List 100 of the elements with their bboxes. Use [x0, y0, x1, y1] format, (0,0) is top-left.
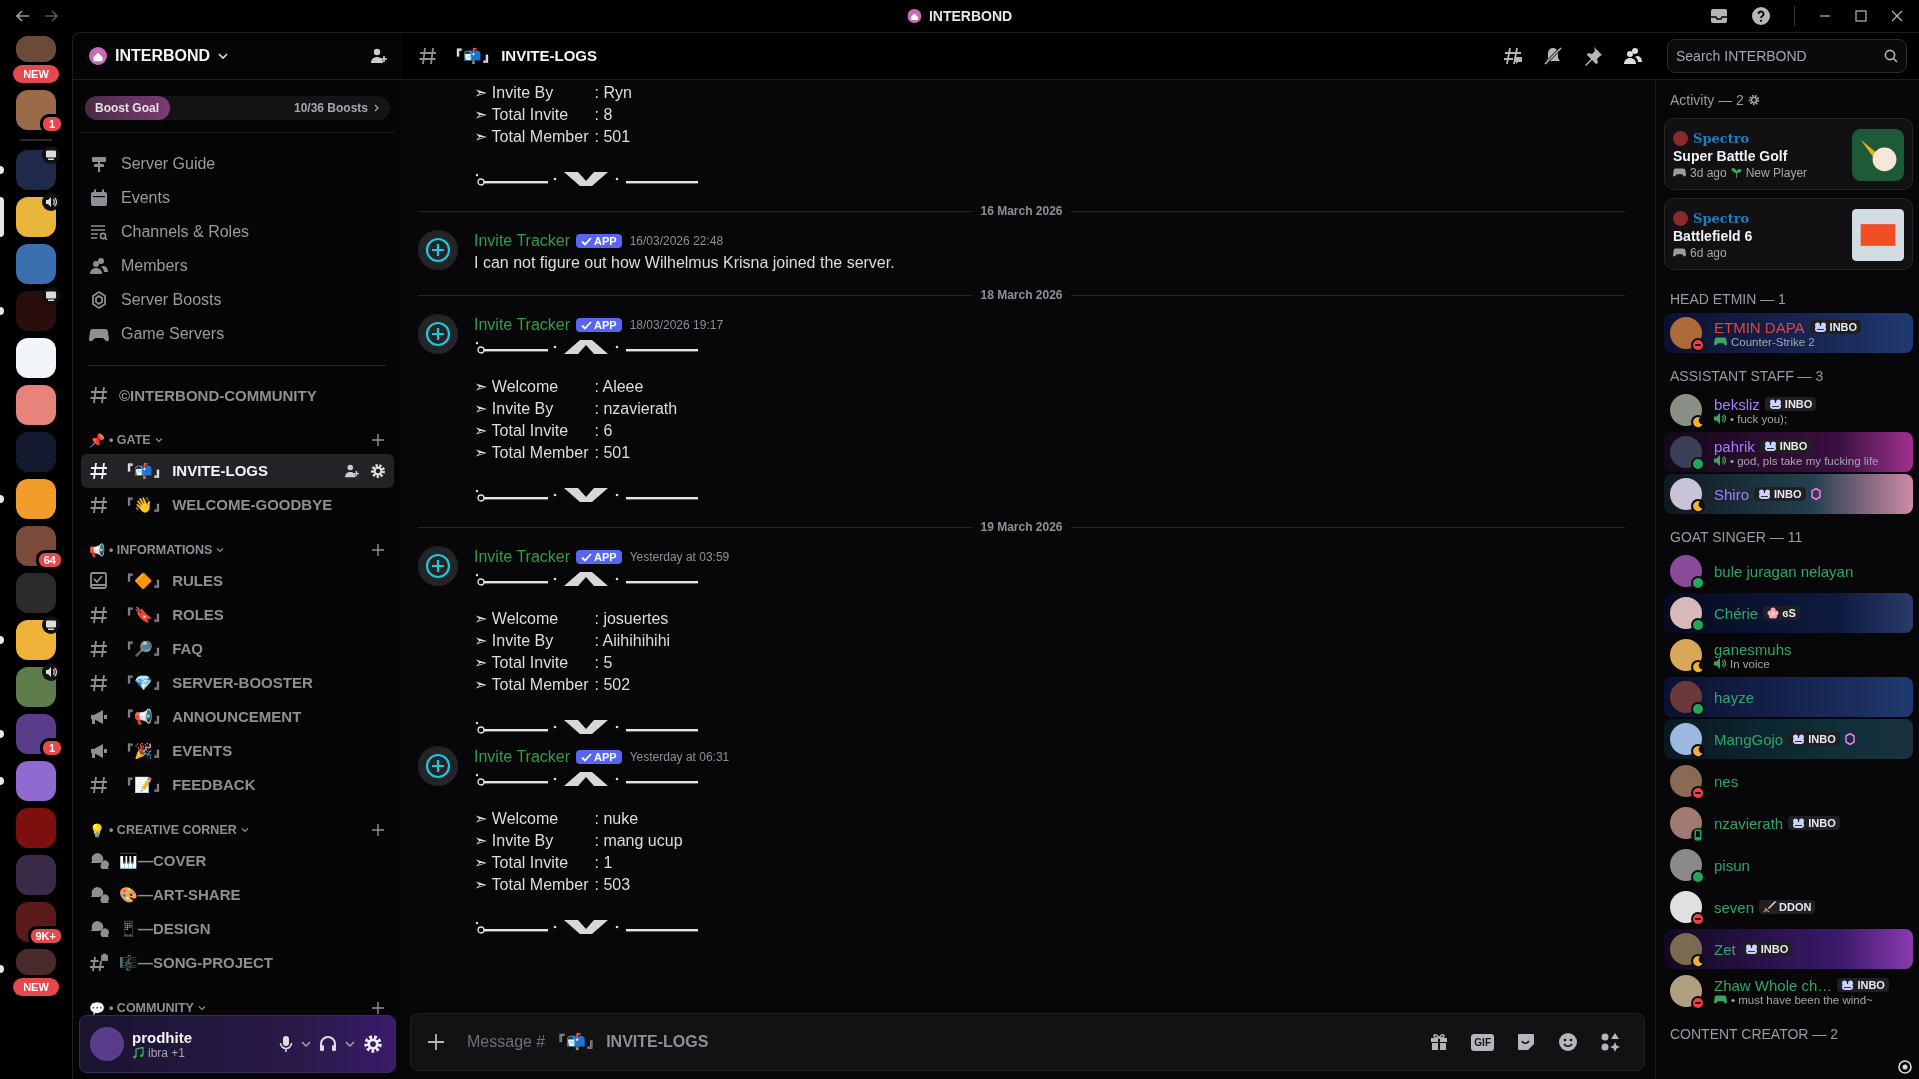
activity-card[interactable]: Spectro Battlefield 6 6d ago	[1664, 198, 1913, 270]
headphones-icon[interactable]	[319, 1035, 337, 1053]
user-status-text: ibra +1	[148, 1045, 186, 1060]
bot-avatar-icon[interactable]	[418, 746, 458, 786]
member-item[interactable]: ganesmuhs In voice	[1664, 635, 1913, 675]
member-activity: Counter-Strike 2	[1731, 335, 1815, 348]
author-name[interactable]: Invite Tracker	[474, 232, 571, 250]
boost-goal-bar[interactable]: Boost Goal 10/36 Boosts	[85, 96, 390, 120]
sidebar-item[interactable]: Members	[81, 249, 394, 283]
message-input[interactable]: Message # 『📬』 INVITE-LOGS	[467, 1031, 1408, 1053]
member-item[interactable]: hayze	[1664, 677, 1913, 717]
channel-item[interactable]: 🎹—COVER	[81, 844, 394, 878]
server-icon[interactable]	[16, 479, 56, 519]
sidebar-item[interactable]: Game Servers	[81, 317, 394, 351]
channel-item[interactable]: 📱—DESIGN	[81, 912, 394, 946]
member-item[interactable]: beksliz INBO • fuck you);	[1664, 390, 1913, 430]
channel-item[interactable]: 『🔎』 FAQ	[81, 632, 394, 666]
member-item[interactable]: Chérie ɞS	[1664, 593, 1913, 633]
channel-item[interactable]: ©INTERBOND-COMMUNITY	[81, 378, 394, 412]
member-item[interactable]: nes	[1664, 761, 1913, 801]
microphone-icon[interactable]	[279, 1035, 293, 1053]
server-name-dropdown[interactable]: INTERBOND	[115, 47, 211, 65]
member-item[interactable]: MangGojo INBO	[1664, 719, 1913, 759]
member-item[interactable]: nzavierath INBO	[1664, 803, 1913, 843]
channel-item[interactable]: 『👋』 WELCOME-GOODBYE	[81, 488, 394, 522]
bot-avatar-icon[interactable]	[418, 230, 458, 270]
channel-item[interactable]: 『📬』 INVITE-LOGS	[81, 454, 394, 488]
member-item[interactable]: pahrik INBO • god, pls take my fucking life	[1664, 432, 1913, 472]
add-channel-icon[interactable]	[372, 824, 384, 836]
channel-item[interactable]: 🎨—ART-SHARE	[81, 878, 394, 912]
add-channel-icon[interactable]	[372, 544, 384, 556]
invite-people-icon[interactable]	[370, 48, 388, 64]
member-name: Chérie	[1714, 604, 1759, 622]
gift-icon[interactable]	[1429, 1032, 1450, 1052]
hashtag-icon	[89, 775, 109, 795]
chevron-down-icon[interactable]	[301, 1040, 311, 1048]
author-name[interactable]: Invite Tracker	[474, 316, 571, 334]
settings-icon[interactable]	[1747, 94, 1760, 106]
add-channel-icon[interactable]	[372, 434, 384, 446]
pin-icon[interactable]	[1583, 46, 1603, 66]
mobile-status-icon	[1691, 828, 1705, 842]
bot-avatar-icon[interactable]	[418, 546, 458, 586]
channel-item[interactable]: 『📢』 ANNOUNCEMENT	[81, 700, 394, 734]
server-icon[interactable]	[16, 90, 56, 130]
author-name[interactable]: Invite Tracker	[474, 748, 571, 766]
date-divider: 18 March 2026	[980, 288, 1063, 302]
author-name[interactable]: Invite Tracker	[474, 548, 571, 566]
target-icon[interactable]	[1897, 1059, 1913, 1075]
member-item[interactable]: ETMIN DAPA INBO Counter-Strike 2	[1664, 313, 1913, 353]
member-item[interactable]: pisun	[1664, 845, 1913, 885]
member-list-icon[interactable]	[1623, 46, 1643, 66]
back-arrow-icon[interactable]	[16, 10, 30, 22]
member-item[interactable]: seven DDON	[1664, 887, 1913, 927]
channel-item[interactable]: 『🔖』 ROLES	[81, 598, 394, 632]
gif-button[interactable]: GIF	[1471, 1033, 1494, 1051]
member-item[interactable]: bule juragan nelayan	[1664, 551, 1913, 591]
help-icon[interactable]	[1752, 7, 1770, 25]
sidebar-item[interactable]: Channels & Roles	[81, 215, 394, 249]
category-header[interactable]: • CREATIVE CORNER	[109, 823, 237, 837]
muted-bell-icon[interactable]	[1543, 46, 1563, 66]
sticker-icon[interactable]	[1516, 1032, 1536, 1052]
member-item[interactable]: Shiro INBO	[1664, 474, 1913, 514]
boost-goal-label: Boost Goal	[95, 101, 159, 115]
achievement-label: New Player	[1745, 165, 1808, 180]
threads-icon[interactable]	[1503, 46, 1523, 66]
inbox-icon[interactable]	[1710, 8, 1728, 24]
search-field[interactable]: Search INTERBOND	[1667, 39, 1907, 73]
channel-item[interactable]: 『🔶』 RULES	[81, 564, 394, 598]
calendar-icon	[89, 188, 109, 208]
add-icon[interactable]	[427, 1033, 445, 1051]
sidebar-item[interactable]: Server Guide	[81, 147, 394, 181]
member-item[interactable]: Zet INBO	[1664, 929, 1913, 969]
field-label: ➣ Total Member	[474, 443, 589, 463]
server-icon[interactable]	[16, 385, 56, 425]
invite-people-icon[interactable]	[344, 464, 360, 478]
close-icon[interactable]	[1891, 10, 1903, 22]
online-status-icon	[1691, 702, 1705, 716]
server-icon[interactable]	[16, 338, 56, 378]
channel-item[interactable]: 🎼—SONG-PROJECT	[81, 946, 394, 980]
sidebar-item[interactable]: Events	[81, 181, 394, 215]
bot-avatar-icon[interactable]	[418, 314, 458, 354]
activity-card[interactable]: Spectro Super Battle Golf 3d ago New Player	[1664, 118, 1913, 190]
channel-item[interactable]: 『📝』 FEEDBACK	[81, 768, 394, 802]
category-header[interactable]: • COMMUNITY	[109, 1001, 194, 1015]
channel-item[interactable]: 『🎉』 EVENTS	[81, 734, 394, 768]
sidebar-item[interactable]: Server Boosts	[81, 283, 394, 317]
member-activity: In voice	[1730, 657, 1770, 670]
chevron-down-icon[interactable]	[345, 1040, 355, 1048]
channel-item[interactable]: 『💎』 SERVER-BOOSTER	[81, 666, 394, 700]
category-header[interactable]: • INFORMATIONS	[109, 543, 213, 557]
add-channel-icon[interactable]	[372, 1002, 384, 1014]
search-icon[interactable]	[1884, 49, 1898, 63]
member-item[interactable]: Zhaw Whole ch… INBO • must have been the wind~	[1664, 971, 1913, 1011]
maximize-icon[interactable]	[1855, 10, 1867, 22]
category-header[interactable]: • GATE	[109, 433, 151, 447]
forward-arrow-icon[interactable]	[44, 10, 58, 22]
emoji-icon[interactable]	[1558, 1032, 1578, 1052]
frog-icon	[1792, 817, 1806, 829]
member-name: beksliz	[1714, 395, 1760, 413]
apps-icon[interactable]	[1600, 1032, 1620, 1052]
